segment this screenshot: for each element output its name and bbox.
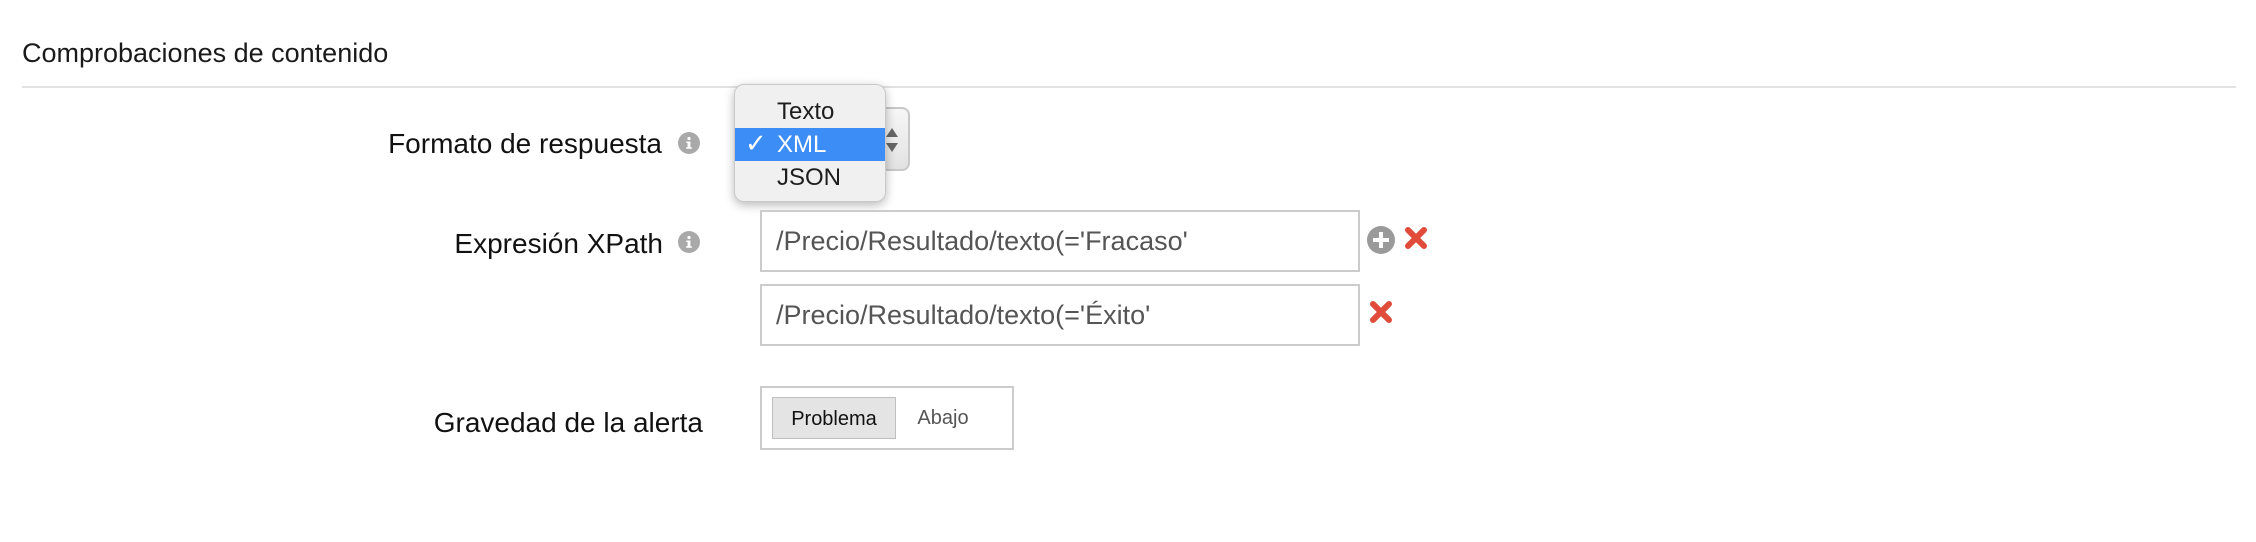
dropdown-option-xml[interactable]: ✓ XML	[735, 128, 885, 161]
severity-option-problema[interactable]: Problema	[772, 397, 896, 439]
xpath-label: Expresión XPath	[454, 228, 663, 259]
dropdown-option-texto[interactable]: Texto	[735, 95, 885, 128]
info-icon[interactable]	[678, 132, 700, 154]
content-checks-panel: Comprobaciones de contenido Formato de r…	[0, 0, 2256, 542]
x-icon[interactable]	[1367, 298, 1395, 326]
xpath-input-1[interactable]	[760, 210, 1360, 272]
response-format-label: Formato de respuesta	[388, 128, 662, 159]
x-icon[interactable]	[1402, 224, 1430, 252]
plus-circle-icon[interactable]	[1367, 226, 1395, 254]
alert-severity-label: Gravedad de la alerta	[433, 407, 703, 438]
select-arrows-icon	[886, 128, 898, 152]
checkmark-icon: ✓	[745, 129, 767, 159]
alert-severity-toggle: Problema Abajo	[760, 386, 1014, 450]
info-icon[interactable]	[678, 231, 700, 253]
dropdown-option-json[interactable]: JSON	[735, 161, 885, 194]
section-title: Comprobaciones de contenido	[22, 38, 389, 68]
xpath-input-2[interactable]	[760, 284, 1360, 346]
response-format-dropdown[interactable]: Texto ✓ XML JSON	[734, 84, 886, 202]
severity-option-abajo[interactable]: Abajo	[898, 397, 988, 439]
section-divider	[22, 86, 2236, 88]
